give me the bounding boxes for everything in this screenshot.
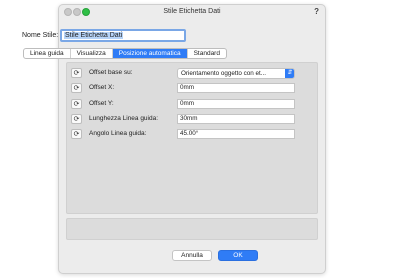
offset-base-row: ⟳ Offset base su: Orientamento oggetto c…	[71, 68, 315, 79]
offset-base-value: Orientamento oggetto con et...	[181, 70, 267, 77]
style-toggle-icon[interactable]: ⟳	[71, 83, 82, 93]
offset-base-label: Offset base su:	[89, 69, 133, 76]
tab-bar: Linea guida Visualizza Posizione automat…	[23, 48, 227, 59]
leader-length-field[interactable]: 30mm	[177, 114, 295, 124]
tab-linea-guida[interactable]: Linea guida	[24, 49, 71, 58]
offset-y-field[interactable]: 0mm	[177, 99, 295, 109]
style-name-input[interactable]: Stile Etichetta Dati	[60, 29, 186, 42]
help-icon[interactable]: ?	[314, 7, 319, 16]
style-toggle-icon[interactable]: ⟳	[71, 129, 82, 139]
leader-angle-row: ⟳ Angolo Linea guida: 45.00°	[71, 129, 315, 140]
style-name-label: Nome Stile:	[22, 32, 59, 39]
updown-chevron-icon: ⇵	[285, 69, 294, 78]
window-title: Stile Etichetta Dati	[163, 8, 221, 15]
tab-visualizza[interactable]: Visualizza	[71, 49, 113, 58]
leader-angle-field[interactable]: 45.00°	[177, 129, 295, 139]
style-toggle-icon[interactable]: ⟳	[71, 99, 82, 109]
style-toggle-icon[interactable]: ⟳	[71, 68, 82, 78]
tab-posizione-automatica[interactable]: Posizione automatica	[112, 49, 188, 58]
leader-length-row: ⟳ Lunghezza Linea guida: 30mm	[71, 114, 315, 125]
offset-x-field[interactable]: 0mm	[177, 83, 295, 93]
ok-button[interactable]: OK	[218, 250, 258, 261]
style-toggle-icon[interactable]: ⟳	[71, 114, 82, 124]
settings-panel: ⟳ Offset base su: Orientamento oggetto c…	[66, 62, 318, 214]
offset-base-select[interactable]: Orientamento oggetto con et... ⇵	[177, 68, 295, 79]
leader-angle-label: Angolo Linea guida:	[89, 130, 147, 137]
offset-x-label: Offset X:	[89, 84, 115, 91]
offset-y-row: ⟳ Offset Y: 0mm	[71, 99, 315, 110]
style-name-value: Stile Etichetta Dati	[64, 32, 124, 39]
secondary-panel	[66, 218, 318, 240]
tab-standard[interactable]: Standard	[188, 49, 226, 58]
leader-length-label: Lunghezza Linea guida:	[89, 115, 159, 122]
cancel-button[interactable]: Annulla	[172, 250, 212, 261]
offset-y-label: Offset Y:	[89, 100, 114, 107]
title-bar: Stile Etichetta Dati ?	[59, 5, 325, 19]
offset-x-row: ⟳ Offset X: 0mm	[71, 83, 315, 94]
